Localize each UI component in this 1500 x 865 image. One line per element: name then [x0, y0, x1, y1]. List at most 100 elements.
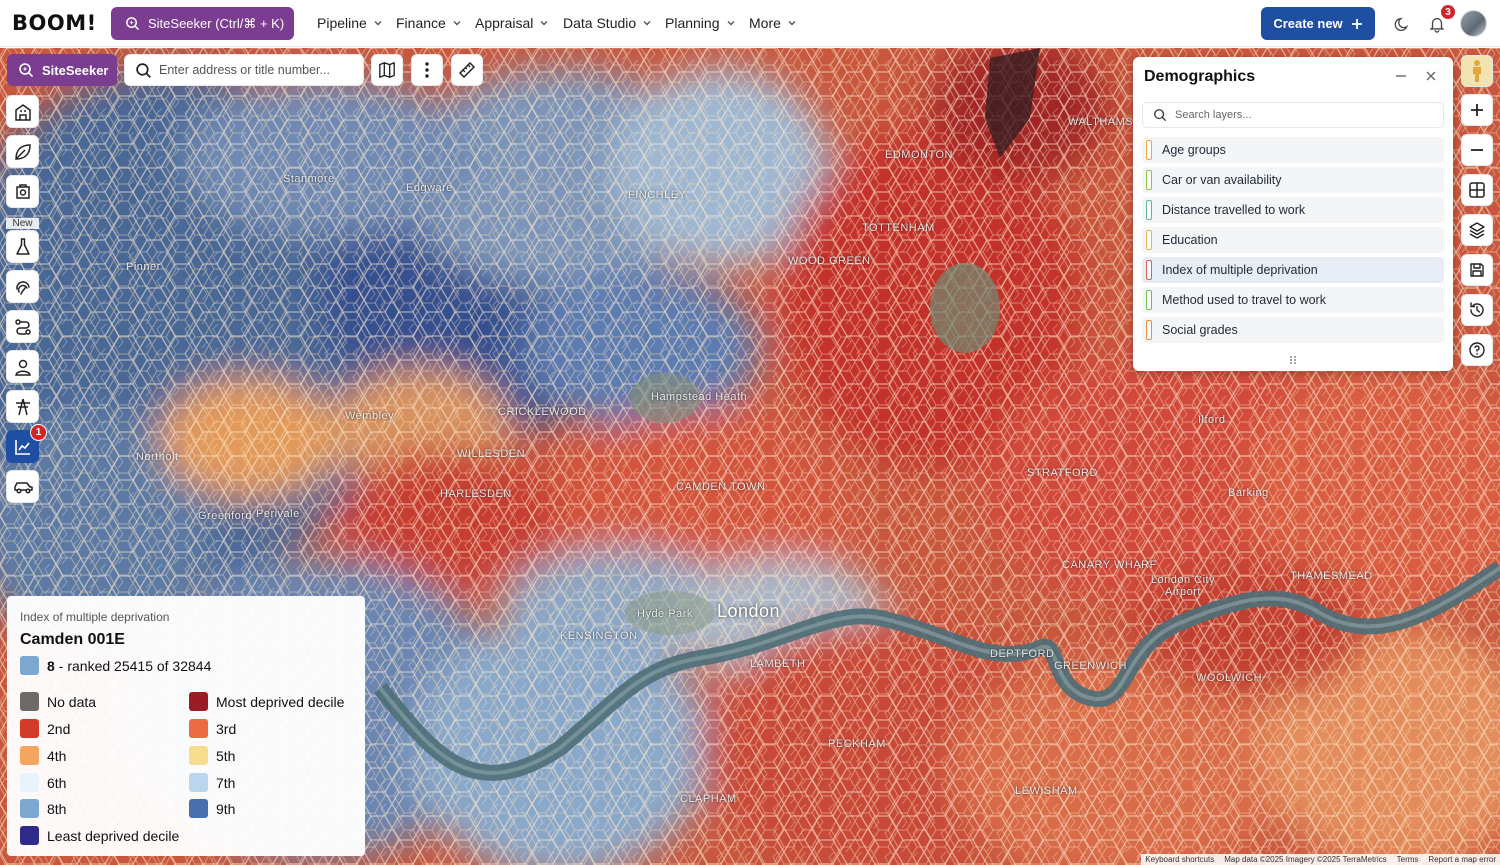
- dark-mode-toggle[interactable]: [1391, 13, 1413, 35]
- legend-swatch: [20, 799, 39, 818]
- map-label-lewisham: LEWISHAM: [1015, 785, 1078, 797]
- rail-land-button[interactable]: [6, 135, 39, 168]
- map-label-willesden: WILLESDEN: [457, 448, 526, 460]
- nav-planning[interactable]: Planning: [665, 15, 736, 31]
- grid-view-button[interactable]: [1461, 174, 1493, 206]
- siteseeker-shortcut-button[interactable]: SiteSeeker (Ctrl/⌘ + K): [111, 7, 294, 40]
- map-label-lambeth: LAMBETH: [750, 658, 806, 670]
- legend-label: 9th: [216, 800, 236, 817]
- close-icon: [1426, 71, 1436, 81]
- leaf-map-icon: [14, 143, 31, 160]
- notification-count-badge: 3: [1440, 4, 1456, 20]
- top-navigation-bar: BOOM! SiteSeeker (Ctrl/⌘ + K) Pipeline F…: [0, 0, 1500, 47]
- nav-more[interactable]: More: [749, 15, 797, 31]
- layer-item-education[interactable]: Education: [1142, 227, 1444, 253]
- legend-swatch: [189, 692, 208, 711]
- zoom-in-button[interactable]: [1461, 94, 1493, 126]
- layer-item-deprivation[interactable]: Index of multiple deprivation: [1142, 257, 1444, 283]
- legend-item: 4th: [20, 746, 66, 765]
- close-panel-button[interactable]: [1422, 67, 1440, 85]
- map-attribution: Keyboard shortcuts Map data ©2025 Imager…: [1141, 854, 1500, 865]
- rail-transport-button[interactable]: [6, 470, 39, 503]
- map-type-button[interactable]: [371, 54, 403, 86]
- create-new-button[interactable]: Create new: [1261, 7, 1375, 40]
- ruler-icon: [458, 61, 476, 79]
- address-search-input[interactable]: Enter address or title number...: [124, 54, 364, 86]
- layer-item-travel-method[interactable]: Method used to travel to work: [1142, 287, 1444, 313]
- layer-color-swatch: [1146, 290, 1152, 310]
- legend-rank-row: 8 - ranked 25415 of 32844: [20, 656, 211, 675]
- search-sparkle-icon: [19, 63, 34, 78]
- pegman-icon: [1473, 60, 1481, 82]
- nav-pipeline[interactable]: Pipeline: [317, 15, 383, 31]
- drag-handle-icon[interactable]: [1289, 355, 1297, 365]
- rank-text: - ranked 25415 of 32844: [58, 657, 212, 674]
- map-label-kensington: KENSINGTON: [560, 630, 638, 642]
- kebab-menu-icon: [425, 62, 429, 78]
- map-label-woolwich: WOOLWICH: [1196, 672, 1263, 684]
- rail-sites-button[interactable]: [6, 175, 39, 208]
- rail-routes-button[interactable]: [6, 310, 39, 343]
- layer-label: Age groups: [1162, 143, 1226, 157]
- legend-label: 2nd: [47, 720, 71, 737]
- map-label-greenford: Greenford: [198, 510, 253, 522]
- car-icon: [13, 481, 33, 494]
- map-label-finchley: FINCHLEY: [628, 189, 687, 201]
- legend-item: 9th: [189, 799, 235, 818]
- keyboard-shortcuts-link[interactable]: Keyboard shortcuts: [1145, 855, 1214, 864]
- nav-data-studio[interactable]: Data Studio: [563, 15, 652, 31]
- map-label-peckham: PECKHAM: [828, 738, 886, 750]
- report-map-error-link[interactable]: Report a map error: [1428, 855, 1496, 864]
- legend-label: 4th: [47, 747, 67, 764]
- rail-lab-button[interactable]: [6, 230, 39, 263]
- layers-button[interactable]: [1461, 214, 1493, 246]
- minimize-panel-button[interactable]: [1392, 67, 1410, 85]
- nav-label: Appraisal: [475, 15, 534, 31]
- plus-icon: [1351, 18, 1362, 29]
- rail-flood-button[interactable]: [6, 270, 39, 303]
- rank-decile: 8: [47, 657, 55, 674]
- siteseeker-button[interactable]: SiteSeeker: [7, 54, 117, 86]
- layer-item-social-grades[interactable]: Social grades: [1142, 317, 1444, 343]
- building-icon: [14, 103, 31, 121]
- legend-swatch: [20, 692, 39, 711]
- rail-people-button[interactable]: [6, 350, 39, 383]
- terms-link[interactable]: Terms: [1397, 855, 1419, 864]
- layer-color-swatch: [1146, 230, 1152, 250]
- layer-search-input[interactable]: Search layers...: [1142, 102, 1444, 128]
- map-label-stratford: STRATFORD: [1027, 467, 1098, 479]
- map-label-hyde-park: Hyde Park: [637, 608, 693, 620]
- nav-appraisal[interactable]: Appraisal: [475, 15, 549, 31]
- user-avatar[interactable]: [1460, 10, 1487, 37]
- legend-item: 5th: [189, 746, 235, 765]
- zoom-out-button[interactable]: [1461, 134, 1493, 166]
- map-label-camden-town: CAMDEN TOWN: [676, 481, 766, 493]
- layer-item-distance-to-work[interactable]: Distance travelled to work: [1142, 197, 1444, 223]
- plus-icon: [1471, 104, 1483, 116]
- history-button[interactable]: [1461, 294, 1493, 326]
- chevron-down-icon: [374, 21, 382, 26]
- nav-label: Pipeline: [317, 15, 367, 31]
- legend-swatch: [20, 773, 39, 792]
- measure-button[interactable]: [451, 54, 483, 86]
- help-button[interactable]: [1461, 334, 1493, 366]
- rail-utilities-button[interactable]: [6, 390, 39, 423]
- layer-item-car-availability[interactable]: Car or van availability: [1142, 167, 1444, 193]
- siteseeker-shortcut-label: SiteSeeker (Ctrl/⌘ + K): [148, 15, 285, 31]
- rail-home-button[interactable]: [6, 95, 39, 128]
- street-view-pegman[interactable]: [1461, 55, 1493, 87]
- map-label-wood-green: WOOD GREEN: [788, 255, 871, 267]
- save-button[interactable]: [1461, 254, 1493, 286]
- map-data-credit: Map data ©2025 Imagery ©2025 TerraMetric…: [1224, 855, 1387, 864]
- layer-item-age-groups[interactable]: Age groups: [1142, 137, 1444, 163]
- layer-color-swatch: [1146, 320, 1152, 340]
- map-label-city-airport: London City Airport: [1150, 574, 1216, 598]
- legend-label: 7th: [216, 774, 236, 791]
- more-options-button[interactable]: [411, 54, 443, 86]
- layer-label: Social grades: [1162, 323, 1238, 337]
- rail-new-label: New: [6, 218, 39, 229]
- nav-label: Planning: [665, 15, 720, 31]
- legend-item: No data: [20, 692, 96, 711]
- nav-finance[interactable]: Finance: [396, 15, 462, 31]
- boom-logo[interactable]: BOOM!: [12, 11, 97, 35]
